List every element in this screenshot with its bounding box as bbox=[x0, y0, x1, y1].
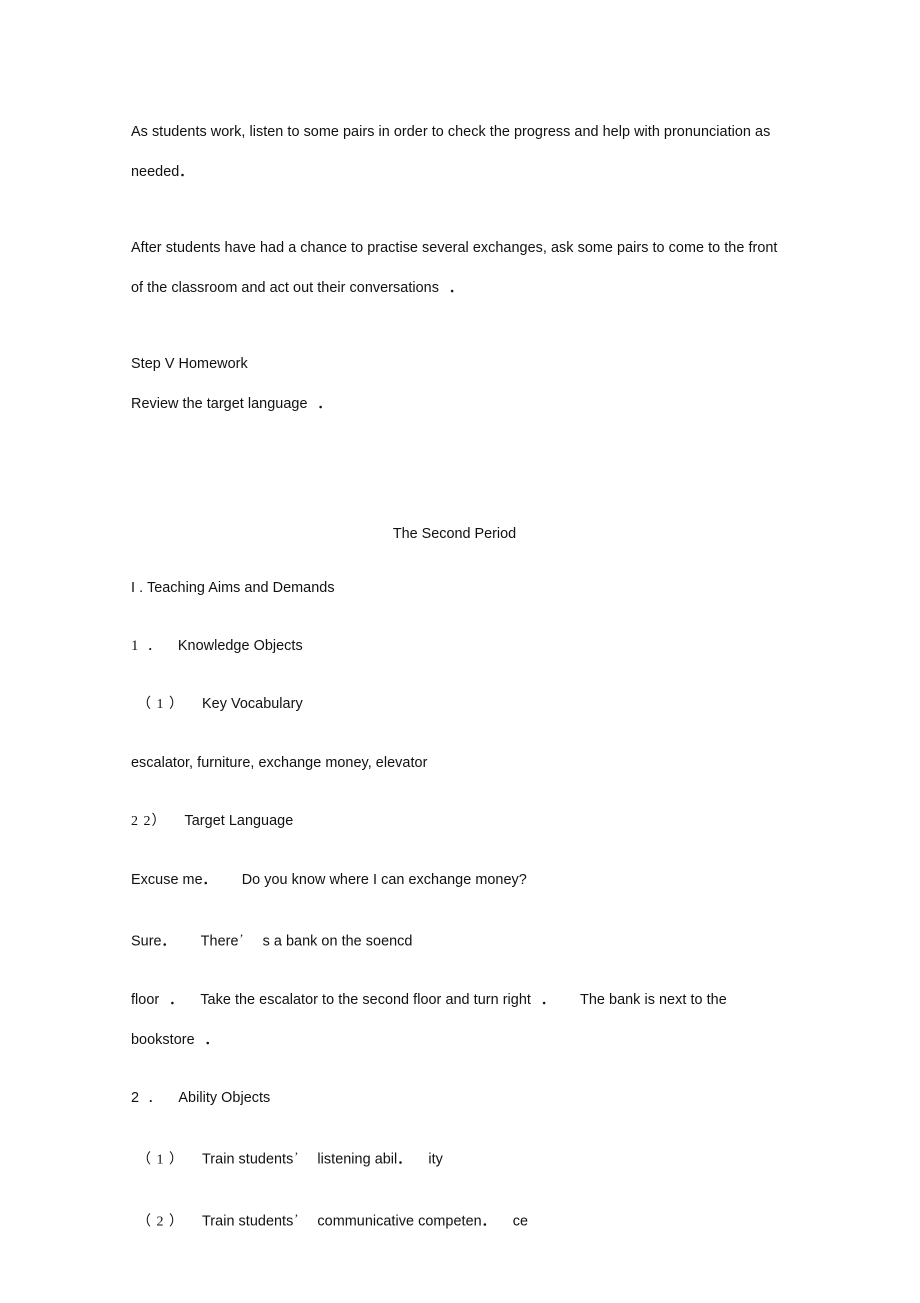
apostrophe-glyph: ’ bbox=[239, 931, 244, 945]
item-marker: （ 1 ） bbox=[137, 697, 184, 712]
dialogue-text: floor bbox=[131, 991, 160, 1008]
fullwidth-period: ． bbox=[169, 991, 183, 1007]
list-item-label: Key Vocabulary bbox=[202, 696, 303, 712]
fullwidth-period: ． bbox=[317, 396, 331, 411]
step-v-heading: Step V Homework bbox=[131, 344, 778, 384]
list-item-text: communicative competen bbox=[317, 1213, 482, 1230]
paragraph-progress-check: As students work, listen to some pairs i… bbox=[131, 112, 778, 152]
dialogue-text: s a bank on the soencd bbox=[262, 933, 413, 950]
list-item-communicative-competence: （ 2 ） Train students’ communicative compet… bbox=[131, 1198, 778, 1243]
paragraph-progress-check-cont: needed． bbox=[131, 152, 778, 192]
dialogue-text: Sure bbox=[131, 933, 162, 950]
period-separator: . bbox=[135, 580, 147, 596]
fullwidth-period: ． bbox=[204, 1031, 218, 1047]
item-marker: （ 2 ） bbox=[137, 1214, 184, 1230]
vocabulary-list: escalator, furniture, exchange money, el… bbox=[131, 743, 778, 783]
list-item-text: Train students bbox=[202, 1213, 294, 1230]
paragraph-act-out-cont: of the classroom and act out their conve… bbox=[131, 268, 778, 308]
item-period: . bbox=[149, 1089, 153, 1105]
item-marker: （ 1 ） bbox=[137, 1152, 184, 1168]
fullwidth-period: ． bbox=[448, 280, 463, 295]
list-item-ability-objects: 2. Ability Objects bbox=[131, 1078, 778, 1118]
fullwidth-period: ． bbox=[161, 933, 175, 949]
list-item-text: ity bbox=[428, 1151, 443, 1168]
item-number: 2 bbox=[131, 1089, 140, 1106]
paragraph-line: of the classroom and act out their conve… bbox=[131, 280, 439, 296]
list-item-key-vocabulary: （ 1 ） Key Vocabulary bbox=[131, 684, 778, 725]
list-item-text: ce bbox=[512, 1213, 529, 1230]
vocabulary-list-text: escalator, furniture, exchange money, el… bbox=[131, 755, 428, 771]
list-item-label: Target Language bbox=[184, 813, 294, 829]
paragraph-line: After students have had a chance to prac… bbox=[131, 240, 778, 256]
list-item-target-language: 2 2） Target Language bbox=[131, 801, 778, 842]
step-v-body: Review the target language ． bbox=[131, 384, 778, 424]
list-item-text: Train students bbox=[202, 1151, 294, 1168]
fullwidth-period: ． bbox=[202, 872, 216, 887]
paragraph-line: As students work, listen to some pairs i… bbox=[131, 124, 771, 140]
list-item-knowledge-objects: 1. Knowledge Objects bbox=[131, 626, 778, 666]
document-page: As students work, listen to some pairs i… bbox=[0, 0, 920, 1303]
dialogue-line-1: Excuse me． Do you know where I can exchan… bbox=[131, 860, 778, 900]
fullwidth-period: ． bbox=[481, 1213, 495, 1229]
page-title: The Second Period bbox=[131, 514, 778, 554]
apostrophe-glyph: ’ bbox=[294, 1148, 299, 1163]
dialogue-text: There bbox=[200, 933, 239, 950]
dialogue-text: Take the escalator to the second floor a… bbox=[200, 991, 531, 1008]
list-item-label: Ability Objects bbox=[178, 1089, 271, 1106]
list-item-label: Knowledge Objects bbox=[177, 638, 303, 654]
list-item-listening-ability: （ 1 ） Train students’ listening abil． ity bbox=[131, 1136, 778, 1181]
fullwidth-period: ． bbox=[179, 164, 193, 179]
dialogue-line-2: Sure． There’ s a bank on the soencd bbox=[131, 918, 778, 962]
fullwidth-period: ． bbox=[540, 991, 555, 1007]
heading-teaching-aims-label: Teaching Aims and Demands bbox=[146, 580, 335, 596]
document-content: As students work, listen to some pairs i… bbox=[131, 0, 778, 1243]
paragraph-act-out: After students have had a chance to prac… bbox=[131, 228, 778, 268]
dialogue-text: Excuse me bbox=[131, 872, 203, 888]
item-marker: 2 2） bbox=[131, 814, 167, 829]
page-title-text: The Second Period bbox=[392, 526, 517, 542]
item-number: 1 bbox=[131, 638, 139, 654]
step-v-heading-label: Step V Homework bbox=[131, 356, 248, 372]
dialogue-line-3: floor ． Take the escalator to the second f… bbox=[131, 980, 778, 1060]
apostrophe-glyph: ’ bbox=[294, 1211, 299, 1226]
fullwidth-period: ． bbox=[397, 1151, 411, 1167]
dialogue-text: Do you know where I can exchange money? bbox=[241, 872, 527, 888]
heading-teaching-aims: I . Teaching Aims and Demands bbox=[131, 568, 778, 608]
list-item-text: listening abil bbox=[317, 1151, 398, 1168]
item-period: . bbox=[148, 638, 152, 653]
step-v-body-text: Review the target language bbox=[131, 396, 308, 412]
paragraph-line: needed bbox=[131, 164, 180, 180]
